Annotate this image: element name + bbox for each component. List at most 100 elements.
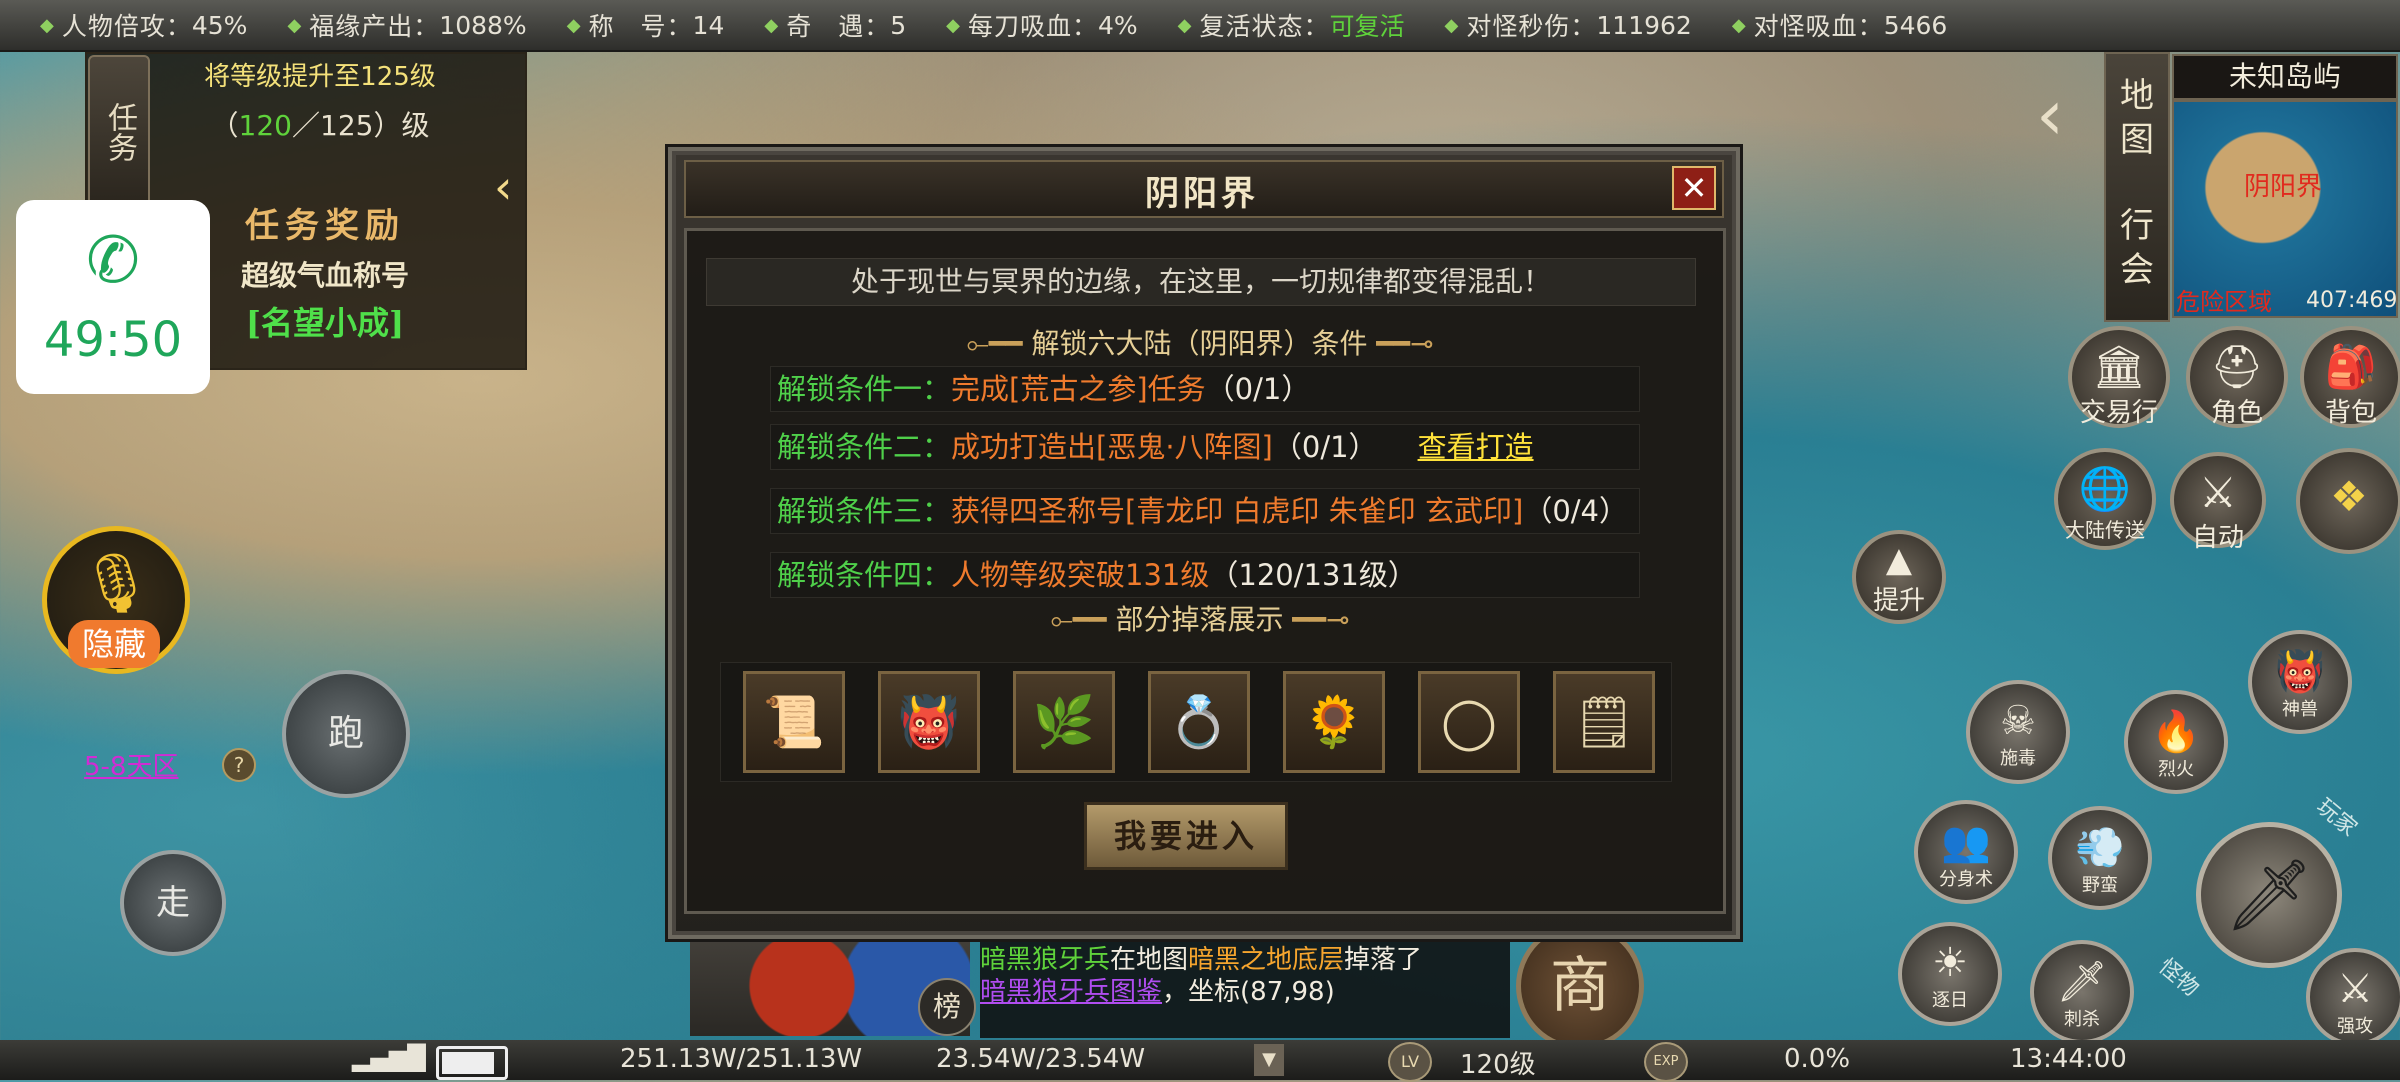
diamond-icon: ◆ bbox=[1444, 14, 1459, 36]
chat-line: 暗黑狼牙兵在地图暗黑之地底层掉落了 bbox=[980, 945, 1423, 975]
main-attack-button[interactable]: 🗡 bbox=[2196, 822, 2342, 968]
stat-titles: ◆ 称 号： 14 bbox=[566, 10, 725, 42]
arrow-up-icon: ▲ bbox=[1885, 540, 1913, 580]
run-button[interactable]: 跑 bbox=[282, 670, 410, 798]
quest-level-progress: （120／125）级 bbox=[210, 109, 430, 142]
battery-level bbox=[442, 1052, 494, 1074]
server-zone-link[interactable]: 5-8天区 bbox=[84, 746, 178, 783]
globe-icon: 🌐 bbox=[2078, 464, 2132, 513]
sun-slash-icon: ☀ bbox=[1932, 940, 1968, 986]
level-badge: LV bbox=[1388, 1042, 1432, 1082]
quest-title[interactable]: 将等级提升至125级 bbox=[150, 56, 490, 93]
bag-icon: 🎒 bbox=[2324, 342, 2378, 391]
drop-showcase: 📜 👹 🌿 💍 🌻 ◯ 🗒 bbox=[720, 662, 1672, 782]
scroll-book-icon[interactable]: 📜 bbox=[743, 671, 845, 773]
diamond-icon: ◆ bbox=[946, 14, 960, 36]
chevron-down-icon[interactable]: ▼ bbox=[1254, 1044, 1284, 1076]
level-value: 120级 bbox=[1460, 1050, 1536, 1080]
diamond-icon: ◆ bbox=[566, 14, 581, 36]
target-monster-toggle[interactable]: 怪物 bbox=[2153, 950, 2207, 1003]
call-widget[interactable]: ✆ 49:50 bbox=[16, 200, 210, 394]
unlock-condition-3: 解锁条件三：获得四圣称号[青龙印 白虎印 朱雀印 玄武印]（0/4） bbox=[770, 488, 1640, 534]
character-button[interactable]: ⛑ 角色 bbox=[2186, 326, 2288, 428]
clock: 13:44:00 bbox=[2010, 1044, 2127, 1074]
ornament-left-icon: ⟜━━ bbox=[966, 327, 1032, 360]
demon-mask-icon[interactable]: 👹 bbox=[878, 671, 980, 773]
sunflower-amulet-icon[interactable]: 🌻 bbox=[1283, 671, 1385, 773]
map-side-tabs: 地图 行会 bbox=[2104, 52, 2170, 322]
phone-icon: ✆ bbox=[86, 224, 140, 298]
herb-icon[interactable]: 🌿 bbox=[1013, 671, 1115, 773]
charge-icon: 💨 bbox=[2075, 825, 2125, 871]
tab-map[interactable]: 地图 bbox=[2106, 74, 2168, 162]
hide-voice-button[interactable]: 隐藏 bbox=[68, 620, 160, 668]
stat-attack-multiplier: ◆ 人物倍攻： 45% bbox=[40, 10, 248, 42]
diamond-icon: ◆ bbox=[1731, 14, 1746, 36]
trade-market-button[interactable]: 🏛 交易行 bbox=[2068, 326, 2170, 428]
ring-icon[interactable]: 💍 bbox=[1148, 671, 1250, 773]
auto-battle-button[interactable]: ⚔ 自动 bbox=[2170, 452, 2266, 553]
flame-sword-icon: 🔥 bbox=[2151, 709, 2201, 755]
target-player-toggle[interactable]: 玩家 bbox=[2311, 790, 2365, 843]
call-timer: 49:50 bbox=[43, 312, 183, 368]
diamond-icon: ◆ bbox=[287, 14, 302, 36]
diamond-icon: ◆ bbox=[40, 14, 54, 36]
skill-clone[interactable]: 👥 分身术 bbox=[1914, 800, 2018, 904]
back-arrow-icon[interactable]: ‹ bbox=[2036, 74, 2064, 156]
skill-poison[interactable]: ☠ 施毒 bbox=[1966, 680, 2070, 784]
trade-icon: 🏛 bbox=[2092, 342, 2146, 391]
mp-value: 23.54W/23.54W bbox=[936, 1044, 1146, 1074]
stat-encounters: ◆ 奇 遇： 5 bbox=[764, 10, 907, 42]
conditions-heading: ⟜━━ 解锁六大陆（阴阳界）条件 ━━⊸ bbox=[966, 327, 1434, 360]
help-icon[interactable]: ? bbox=[222, 748, 256, 782]
menu-button[interactable]: ❖ bbox=[2296, 448, 2400, 554]
status-top-bar: ◆ 人物倍攻： 45% ◆ 福缘产出： 1088% ◆ 称 号： 14 ◆ 奇 遇： 5 ◆ 每刀… bbox=[0, 0, 2400, 52]
player-coordinates: 407:469 bbox=[2306, 288, 2398, 313]
signal-icon: ▂▄▆█ bbox=[352, 1044, 426, 1072]
skill-chase-sun[interactable]: ☀ 逐日 bbox=[1898, 922, 2002, 1026]
skill-divine-beast[interactable]: 👹 神兽 bbox=[2248, 630, 2352, 734]
helmet-icon: ⛑ bbox=[2210, 342, 2264, 391]
poison-icon: ☠ bbox=[2000, 698, 2036, 744]
continent-teleport-button[interactable]: 🌐 大陆传送 bbox=[2054, 448, 2156, 550]
parchment-icon[interactable]: 🗒 bbox=[1553, 671, 1655, 773]
skill-barbaric[interactable]: 💨 野蛮 bbox=[2048, 806, 2152, 910]
reward-name: [名望小成] bbox=[245, 304, 405, 342]
realm-description: 处于现世与冥界的边缘，在这里，一切规律都变得混乱！ bbox=[706, 258, 1696, 306]
quest-tab[interactable]: 任务 bbox=[88, 55, 150, 209]
danger-zone-label: 危险区域 bbox=[2176, 288, 2272, 316]
jade-bracelet-icon[interactable]: ◯ bbox=[1418, 671, 1520, 773]
upgrade-button[interactable]: ▲ 提升 bbox=[1852, 530, 1946, 624]
unlock-condition-2: 解锁条件二：成功打造出[恶鬼·八阵图]（0/1） 查看打造 bbox=[770, 424, 1640, 470]
clone-icon: 👥 bbox=[1941, 819, 1991, 865]
reward-subtitle: 超级气血称号 bbox=[240, 259, 409, 292]
shop-button[interactable]: 商 bbox=[1516, 922, 1644, 1050]
crossed-swords-icon: ⚔ bbox=[2199, 468, 2237, 517]
bag-button[interactable]: 🎒 背包 bbox=[2300, 326, 2400, 428]
view-crafting-link[interactable]: 查看打造 bbox=[1418, 430, 1534, 464]
reward-title: 任务奖励 bbox=[245, 206, 405, 246]
exp-value: 0.0% bbox=[1784, 1044, 1851, 1074]
crossed-blades-icon: ⚔ bbox=[2337, 966, 2373, 1012]
skill-assassinate[interactable]: 🗡 刺杀 bbox=[2030, 940, 2134, 1044]
diamond-grid-icon: ❖ bbox=[2330, 472, 2368, 521]
ornament-right-icon: ━━⊸ bbox=[1367, 327, 1434, 360]
walk-button[interactable]: 走 bbox=[120, 850, 226, 956]
exp-badge: EXP bbox=[1644, 1042, 1688, 1082]
unlock-condition-4: 解锁条件四：人物等级突破131级（120/131级） bbox=[770, 552, 1640, 598]
skill-power-attack[interactable]: ⚔ 强攻 bbox=[2306, 948, 2400, 1046]
close-button[interactable]: ✕ bbox=[1672, 166, 1716, 210]
skill-blaze[interactable]: 🔥 烈火 bbox=[2124, 690, 2228, 794]
bottom-status-bar: ▂▄▆█ 251.13W/251.13W 23.54W/23.54W 120级 … bbox=[0, 1040, 2400, 1080]
stat-revive: ◆ 复活状态： 可复活 bbox=[1177, 12, 1405, 41]
stat-monster-dps: ◆ 对怪秒伤： 111962 bbox=[1444, 10, 1692, 42]
beast-icon: 👹 bbox=[2275, 649, 2325, 695]
stat-monster-lifesteal: ◆ 对怪吸血： 5466 bbox=[1731, 10, 1948, 42]
tab-guild[interactable]: 行会 bbox=[2106, 204, 2168, 292]
diamond-icon: ◆ bbox=[1177, 14, 1192, 36]
ornament-left-icon: ⟜━━ bbox=[1050, 603, 1116, 636]
enter-button[interactable]: 我要进入 bbox=[1084, 802, 1288, 870]
collapse-arrow-icon[interactable]: ‹ bbox=[494, 160, 512, 214]
ranking-button[interactable]: 榜 bbox=[918, 978, 976, 1036]
chat-line: 暗黑狼牙兵图鉴，坐标(87,98) bbox=[980, 977, 1335, 1007]
